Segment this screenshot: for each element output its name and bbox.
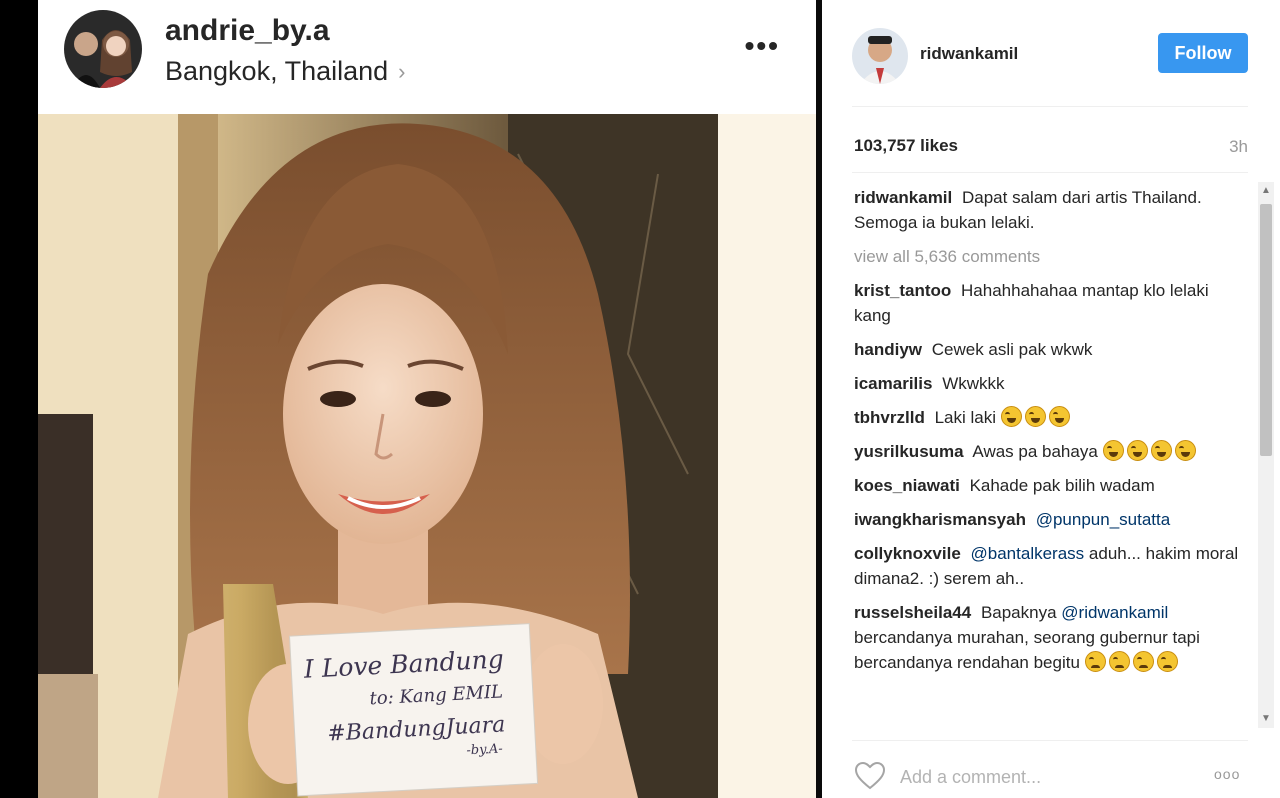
comment-username[interactable]: koes_niawati <box>854 476 960 495</box>
comment-username[interactable]: collyknoxvile <box>854 544 961 563</box>
divider <box>852 106 1248 107</box>
comment-username[interactable]: yusrilkusuma <box>854 442 964 461</box>
comment-item: russelsheila44 Bapaknya @ridwankamil ber… <box>854 600 1248 675</box>
post-header: andrie_by.a Bangkok, Thailand › ••• <box>38 0 816 112</box>
comment-mention-link[interactable]: @punpun_sutatta <box>1036 510 1170 529</box>
comment-text: Kahade pak bilih wadam <box>969 476 1155 495</box>
comment-mention-link[interactable]: @bantalkerass <box>971 544 1085 563</box>
post-owner-username[interactable]: ridwankamil <box>920 44 1018 64</box>
sign-text: I Love Bandung to: Kang EMIL #BandungJua… <box>303 643 529 766</box>
comment-username[interactable]: icamarilis <box>854 374 932 393</box>
disappointed-emoji-icon <box>1156 651 1178 672</box>
sign-line-2: to: Kang EMIL <box>369 681 504 710</box>
more-options-icon[interactable]: ooo <box>1214 766 1240 782</box>
comment-username[interactable]: handiyw <box>854 340 922 359</box>
scrollbar-thumb[interactable] <box>1260 204 1272 456</box>
comment-item: icamarilis Wkwkkk <box>854 371 1248 396</box>
laughing-emoji-icon <box>1126 440 1148 461</box>
scroll-up-icon[interactable]: ▲ <box>1258 182 1274 198</box>
post-photo: I Love Bandung to: Kang EMIL #BandungJua… <box>38 114 816 798</box>
laughing-emoji-icon <box>1000 406 1022 427</box>
comment-username[interactable]: tbhvrzlld <box>854 408 925 427</box>
comment-item: koes_niawati Kahade pak bilih wadam <box>854 473 1248 498</box>
comment-item: tbhvrzlld Laki laki <box>854 405 1248 430</box>
comment-username[interactable]: krist_tantoo <box>854 281 951 300</box>
caption-username[interactable]: ridwankamil <box>854 188 952 207</box>
disappointed-emoji-icon <box>1084 651 1106 672</box>
disappointed-emoji-icon <box>1108 651 1130 672</box>
laughing-emoji-icon <box>1150 440 1172 461</box>
laughing-emoji-icon <box>1102 440 1124 461</box>
follow-button[interactable]: Follow <box>1158 33 1248 73</box>
avatar[interactable] <box>852 28 908 84</box>
comment-item: collyknoxvile @bantalkerass aduh... haki… <box>854 541 1248 591</box>
laughing-emoji-icon <box>1024 406 1046 427</box>
divider <box>852 740 1248 741</box>
comment-text: Wkwkkk <box>942 374 1005 393</box>
comment-mention-link[interactable]: @ridwankamil <box>1061 603 1168 622</box>
disappointed-emoji-icon <box>1132 651 1154 672</box>
comment-username[interactable]: iwangkharismansyah <box>854 510 1026 529</box>
comment-username[interactable]: russelsheila44 <box>854 603 971 622</box>
laughing-emoji-icon <box>1048 406 1070 427</box>
view-all-comments-link[interactable]: view all 5,636 comments <box>854 244 1248 269</box>
caption: ridwankamil Dapat salam dari artis Thail… <box>854 185 1248 235</box>
likes-count[interactable]: 103,757 likes <box>854 136 958 156</box>
comment-item: handiyw Cewek asli pak wkwk <box>854 337 1248 362</box>
divider <box>852 172 1248 173</box>
post-time: 3h <box>1229 137 1248 156</box>
laughing-emoji-icon <box>1174 440 1196 461</box>
comment-item: krist_tantoo Hahahhahahaa mantap klo lel… <box>854 278 1248 328</box>
comment-text: Laki laki <box>934 408 996 427</box>
post-location[interactable]: Bangkok, Thailand › <box>165 56 406 87</box>
comments-list: ridwankamil Dapat salam dari artis Thail… <box>854 185 1248 733</box>
post-username[interactable]: andrie_by.a <box>165 14 330 48</box>
heart-icon[interactable] <box>854 761 886 791</box>
comment-text: Bapaknya <box>980 603 1057 622</box>
post-view-right: ridwankamil Follow 103,757 likes 3h ridw… <box>822 0 1280 798</box>
avatar[interactable] <box>64 10 142 88</box>
location-label[interactable]: Bangkok, Thailand <box>165 56 388 87</box>
comment-text: Awas pa bahaya <box>972 442 1098 461</box>
post-view-left: andrie_by.a Bangkok, Thailand › ••• I Lo… <box>38 0 816 798</box>
chevron-right-icon: › <box>398 58 406 84</box>
scroll-down-icon[interactable]: ▼ <box>1258 710 1274 726</box>
comment-item: iwangkharismansyah @punpun_sutatta <box>854 507 1248 532</box>
comment-item: yusrilkusuma Awas pa bahaya <box>854 439 1248 464</box>
comment-text: Cewek asli pak wkwk <box>931 340 1093 359</box>
more-options-icon[interactable]: ••• <box>745 30 780 62</box>
add-comment-input[interactable] <box>900 764 1200 790</box>
